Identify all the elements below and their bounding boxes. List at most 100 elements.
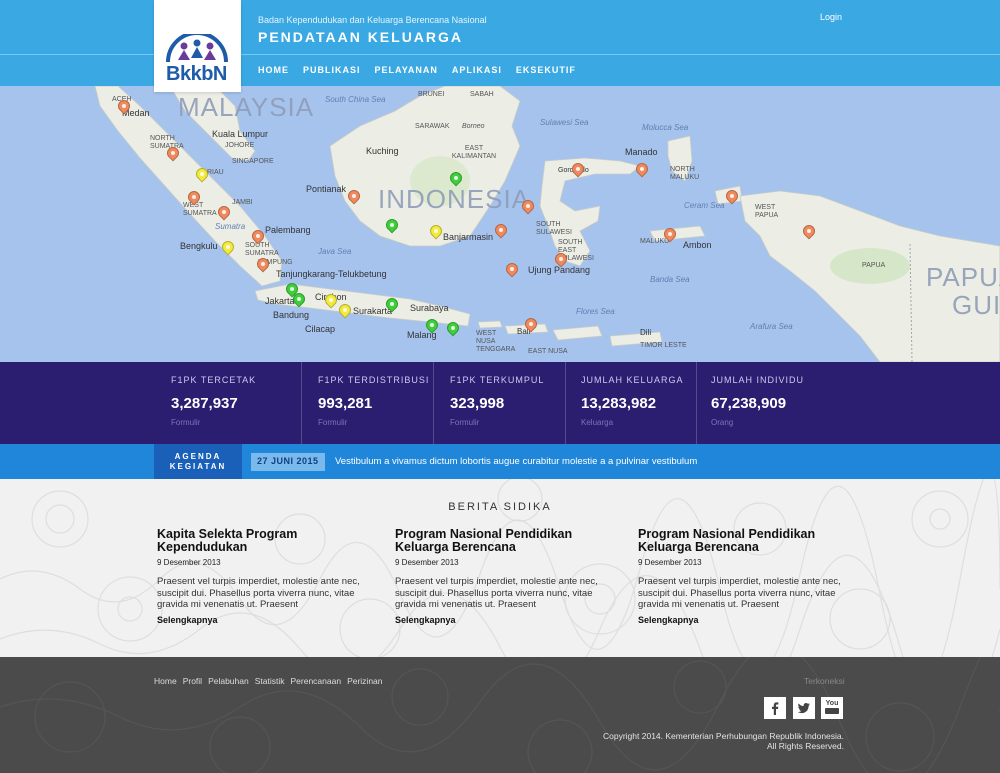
map-prov-riau: RIAU: [207, 169, 224, 176]
footer-link-home[interactable]: Home: [154, 676, 177, 686]
logo-text: BkkbN: [166, 63, 227, 85]
map-marker[interactable]: [290, 290, 308, 308]
nav-publikasi[interactable]: PUBLIKASI: [303, 65, 361, 75]
copyright: Copyright 2014. Kementerian Perhubungan …: [603, 731, 844, 751]
map-marker[interactable]: [519, 197, 537, 215]
article-excerpt: Praesent vel turpis imperdiet, molestie …: [157, 576, 360, 610]
map-marker[interactable]: [492, 221, 510, 239]
stat-value: 13,283,982: [581, 395, 657, 412]
map-city-dili: Dili: [640, 328, 652, 337]
stat-value: 3,287,937: [171, 395, 238, 412]
article-excerpt: Praesent vel turpis imperdiet, molestie …: [638, 576, 841, 610]
map-marker[interactable]: [447, 169, 465, 187]
connect-label: Terkoneksi: [804, 676, 845, 686]
youtube-icon: You: [825, 700, 839, 717]
nav-pelayanan[interactable]: PELAYANAN: [375, 65, 438, 75]
footer-link-perencanaan[interactable]: Perencanaan: [290, 676, 341, 686]
map-marker[interactable]: [322, 291, 340, 309]
map-marker[interactable]: [185, 188, 203, 206]
map-marker[interactable]: [193, 165, 211, 183]
map-marker[interactable]: [552, 250, 570, 268]
map-prov-papua: PAPUA: [862, 262, 886, 269]
map-city-kuching: Kuching: [366, 146, 399, 156]
news-article: Program Nasional Pendidikan Keluarga Ber…: [395, 528, 610, 625]
stat-label: F1PK TERCETAK: [171, 375, 257, 385]
map-prov-johore: JOHORE: [225, 142, 255, 149]
map-city-tanjungkarang: Tanjungkarang-Telukbetung: [276, 269, 387, 279]
header-divider: [0, 54, 1000, 55]
map-marker[interactable]: [569, 160, 587, 178]
map-sea-sulawesi: Sulawesi Sea: [540, 118, 589, 127]
article-title[interactable]: Kapita Selekta Program Kependudukan: [157, 528, 372, 554]
stat-label: JUMLAH INDIVIDU: [711, 375, 805, 385]
login-link[interactable]: Login: [820, 12, 842, 22]
map-marker[interactable]: [383, 216, 401, 234]
map-city-kuala-lumpur: Kuala Lumpur: [212, 129, 269, 139]
nav-aplikasi[interactable]: APLIKASI: [452, 65, 502, 75]
map-marker[interactable]: [522, 315, 540, 333]
map-marker[interactable]: [427, 222, 445, 240]
map-marker[interactable]: [800, 222, 818, 240]
stat-value: 993,281: [318, 395, 373, 412]
article-date: 9 Desember 2013: [157, 558, 221, 567]
map-city-surabaya: Surabaya: [410, 303, 449, 313]
org-name: Badan Kependudukan dan Keluarga Berencan…: [258, 15, 487, 25]
nav-home[interactable]: HOME: [258, 65, 289, 75]
map-label-indonesia: INDONESIA: [378, 184, 531, 214]
news-article: Kapita Selekta Program Kependudukan 9 De…: [157, 528, 372, 625]
logo[interactable]: BkkbN: [154, 0, 241, 92]
agenda-label-line2: KEGIATAN: [169, 462, 227, 471]
article-title[interactable]: Program Nasional Pendidikan Keluarga Ber…: [395, 528, 610, 554]
youtube-button[interactable]: You: [821, 697, 843, 719]
map-marker[interactable]: [661, 225, 679, 243]
map-marker[interactable]: [444, 319, 462, 337]
map-sea-south-china: South China Sea: [325, 95, 386, 104]
nav-eksekutif[interactable]: EKSEKUTIF: [516, 65, 576, 75]
map-marker[interactable]: [254, 255, 272, 273]
stat-unit: Orang: [711, 418, 734, 427]
news-section: BERITA SIDIKA Kapita Selekta Program Kep…: [0, 479, 1000, 657]
map-city-cilacap: Cilacap: [305, 324, 336, 334]
map-prov-sarawak: SARAWAK: [415, 123, 450, 130]
map-prov-north-maluku: NORTH MALUKU: [670, 166, 700, 181]
footer-link-perizinan[interactable]: Perizinan: [347, 676, 382, 686]
map-marker[interactable]: [633, 160, 651, 178]
read-more-link[interactable]: Selengkapnya: [395, 615, 610, 625]
stat-label: JUMLAH KELUARGA: [581, 375, 684, 385]
footer-link-profil[interactable]: Profil: [183, 676, 202, 686]
map-marker[interactable]: [503, 260, 521, 278]
map-marker[interactable]: [336, 301, 354, 319]
map-marker[interactable]: [723, 187, 741, 205]
site-title[interactable]: PENDATAAN KELUARGA: [258, 29, 463, 45]
map-city-bandung: Bandung: [273, 310, 310, 320]
article-date: 9 Desember 2013: [638, 558, 702, 567]
twitter-button[interactable]: [793, 697, 815, 719]
map-marker[interactable]: [383, 295, 401, 313]
map-city-bengkulu: Bengkulu: [180, 241, 218, 251]
agenda-label: AGENDA KEGIATAN: [154, 444, 242, 479]
map-marker[interactable]: [215, 203, 233, 221]
footer-link-statistik[interactable]: Statistik: [255, 676, 285, 686]
map-label-papua: PAPUA: [926, 262, 1000, 292]
map-sea-java: Java Sea: [318, 247, 352, 256]
footer-link-pelabuhan[interactable]: Pelabuhan: [208, 676, 249, 686]
map-marker[interactable]: [115, 97, 133, 115]
article-title[interactable]: Program Nasional Pendidikan Keluarga Ber…: [638, 528, 853, 554]
agenda-text[interactable]: Vestibulum a vivamus dictum lobortis aug…: [335, 456, 697, 467]
map-marker[interactable]: [164, 144, 182, 162]
map-marker[interactable]: [345, 187, 363, 205]
stat-unit: Formulir: [171, 418, 201, 427]
map-prov-south-sumatra: SOUTH SUMATRA: [245, 242, 279, 257]
map-marker[interactable]: [249, 227, 267, 245]
map-marker[interactable]: [423, 316, 441, 334]
facebook-button[interactable]: [764, 697, 786, 719]
map-sea-molucca: Molucca Sea: [642, 123, 689, 132]
map-marker[interactable]: [219, 238, 237, 256]
read-more-link[interactable]: Selengkapnya: [638, 615, 853, 625]
stat-unit: Formulir: [318, 418, 348, 427]
read-more-link[interactable]: Selengkapnya: [157, 615, 372, 625]
agenda-date: 27 JUNI 2015: [251, 453, 325, 471]
map-prov-east-kalimantan: EAST KALIMANTAN: [451, 145, 497, 160]
youtube-icon-text: You: [825, 699, 839, 707]
distribution-map[interactable]: MALAYSIA INDONESIA PAPUA GUI South China…: [0, 86, 1000, 362]
